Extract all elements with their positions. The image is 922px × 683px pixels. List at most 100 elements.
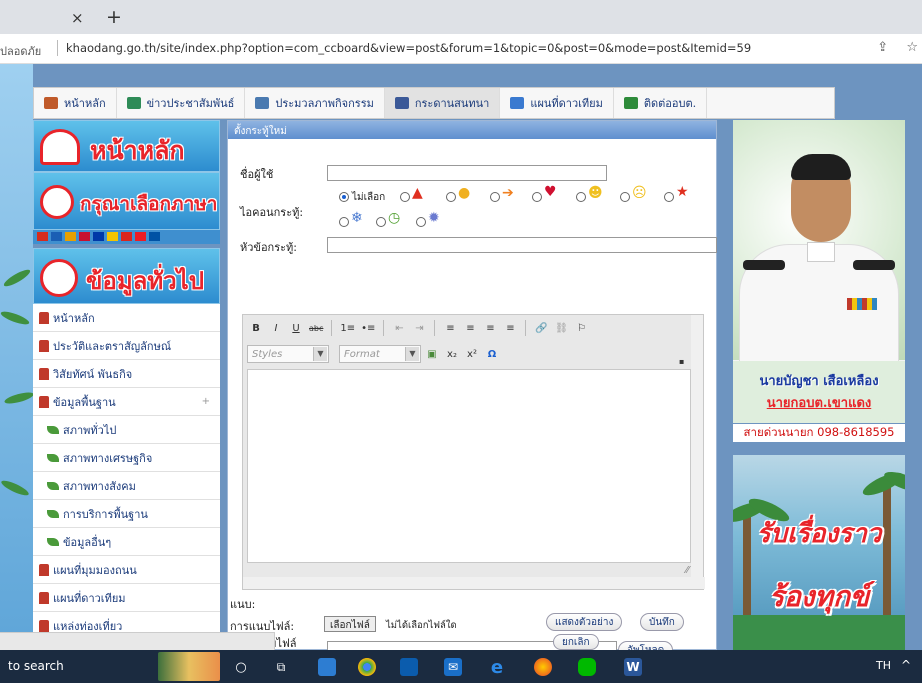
flag-icon[interactable] — [51, 232, 62, 241]
justify-button[interactable]: ≡ — [501, 319, 519, 337]
bold-button[interactable]: B — [247, 319, 265, 337]
bookmark-star-icon[interactable]: ☆ — [906, 40, 918, 55]
flag-icon[interactable] — [65, 232, 76, 241]
outdent-button[interactable]: ⇤ — [390, 319, 408, 337]
nav-item-0[interactable]: หน้าหลัก — [34, 88, 117, 118]
unlink-icon[interactable]: ⛓ — [552, 319, 570, 337]
username-input[interactable] — [327, 165, 607, 181]
nav-item-label: หน้าหลัก — [64, 97, 106, 110]
flag-icon[interactable] — [79, 232, 90, 241]
sidebar-menu-item[interactable]: สภาพทางเศรษฐกิจ — [33, 444, 220, 472]
topic-icon-label: ไอคอนกระทู้: — [240, 206, 304, 219]
flag-icon[interactable] — [93, 232, 104, 241]
sidebar-menu-item[interactable]: วิสัยทัศน์ พันธกิจ — [33, 360, 220, 388]
icon-radio-grin[interactable] — [576, 192, 586, 202]
sidebar-menu-item[interactable]: แผนที่มุมมองถนน — [33, 556, 220, 584]
sidebar-menu-item[interactable]: แผนที่ดาวเทียม — [33, 584, 220, 612]
subject-input[interactable] — [327, 237, 717, 253]
editor-content-area[interactable] — [247, 369, 691, 563]
resize-grip-icon[interactable]: ⁄⁄ — [686, 565, 689, 576]
url-text[interactable]: khaodang.go.th/site/index.php?option=com… — [66, 41, 751, 55]
icon-radio-arrow[interactable] — [490, 192, 500, 202]
complaint-banner[interactable]: รับเรื่องราว ร้องทุกข์ — [733, 455, 905, 650]
firefox-icon[interactable] — [534, 658, 552, 676]
cancel-button[interactable]: ยกเลิก — [553, 634, 599, 650]
desktop-app-icon[interactable] — [318, 658, 336, 676]
editor-collapse-icon[interactable]: ▪ — [679, 357, 684, 366]
edge-icon[interactable]: e — [488, 657, 506, 678]
language-banner[interactable]: กรุณาเลือกภาษา — [33, 172, 220, 230]
calculator-icon[interactable] — [400, 658, 418, 676]
nav-item-3[interactable]: กระดานสนทนา — [384, 88, 501, 118]
icon-radio-gear[interactable] — [416, 217, 426, 227]
flag-icon[interactable] — [149, 232, 160, 241]
icon-radio-heart[interactable] — [532, 192, 542, 202]
word-icon[interactable]: W — [624, 658, 642, 676]
icon-radio-star[interactable] — [664, 192, 674, 202]
link-icon[interactable]: 🔗 — [532, 319, 550, 337]
tab-close-button[interactable]: × — [71, 9, 84, 27]
icon-radio-sad[interactable] — [620, 192, 630, 202]
nav-item-4[interactable]: แผนที่ดาวเทียม — [500, 88, 614, 118]
bullet-list-button[interactable]: •≡ — [359, 319, 377, 337]
indent-button[interactable]: ⇥ — [410, 319, 428, 337]
flag-icon[interactable] — [121, 232, 132, 241]
mail-icon[interactable]: ✉ — [444, 658, 462, 676]
sidebar-menu-item[interactable]: ข้อมูลอื่นๆ — [33, 528, 220, 556]
icon-radio-none[interactable] — [339, 192, 349, 202]
line-icon[interactable] — [578, 658, 596, 676]
sidebar-menu-item[interactable]: สภาพทั่วไป — [33, 416, 220, 444]
subscript-button[interactable]: x₂ — [443, 345, 461, 363]
sidebar-menu-item[interactable]: การบริการพื้นฐาน — [33, 500, 220, 528]
superscript-button[interactable]: x² — [463, 345, 481, 363]
nav-item-2[interactable]: ประมวลภาพกิจกรรม — [245, 88, 385, 118]
tray-chevron-icon[interactable]: ^ — [901, 658, 911, 672]
special-char-button[interactable]: Ω — [483, 345, 501, 363]
italic-button[interactable]: I — [267, 319, 285, 337]
align-left-button[interactable]: ≡ — [441, 319, 459, 337]
align-center-button[interactable]: ≡ — [461, 319, 479, 337]
nav-item-5[interactable]: ติดต่ออบต. — [614, 88, 708, 118]
share-icon[interactable]: ⇪ — [877, 40, 888, 55]
language-indicator[interactable]: TH — [876, 659, 891, 672]
username-label: ชื่อผู้ใช้ — [240, 168, 274, 181]
editor-horizontal-scrollbar[interactable] — [243, 577, 705, 589]
info-banner[interactable]: ข้อมูลทั่วไป — [33, 248, 220, 304]
sidebar-menu-item[interactable]: ประวัติและตราสัญลักษณ์ — [33, 332, 220, 360]
chrome-icon[interactable] — [358, 658, 376, 676]
styles-select[interactable]: Styles ▼ — [247, 345, 329, 363]
icon-radio-snow[interactable] — [339, 217, 349, 227]
taskbar-search[interactable]: to search — [8, 659, 64, 673]
nav-item-1[interactable]: ข่าวประชาสัมพันธ์ — [117, 88, 246, 118]
icon-radio-warning[interactable] — [400, 192, 410, 202]
new-tab-button[interactable]: + — [106, 6, 122, 28]
security-label[interactable]: ปลอดภัย — [0, 42, 41, 60]
choose-file-button[interactable]: เลือกไฟล์ — [324, 616, 376, 632]
image-icon[interactable]: ▣ — [423, 345, 441, 363]
sidebar-menu-item[interactable]: สภาพทางสังคม — [33, 472, 220, 500]
address-bar[interactable]: ปลอดภัย khaodang.go.th/site/index.php?op… — [0, 34, 922, 64]
tab-strip: × + — [0, 0, 922, 34]
home-banner[interactable]: หน้าหลัก — [33, 120, 220, 172]
flag-icon[interactable] — [37, 232, 48, 241]
upload-button[interactable]: อัพโหลด — [618, 641, 674, 650]
preview-button[interactable]: แสดงตัวอย่าง — [546, 613, 623, 631]
home-banner-text: หน้าหลัก — [90, 136, 185, 165]
expand-icon[interactable]: + — [202, 396, 210, 407]
cortana-icon[interactable]: ○ — [232, 658, 250, 676]
editor-vertical-scrollbar[interactable] — [691, 315, 703, 577]
strikethrough-button[interactable]: abc — [307, 319, 325, 337]
flag-icon[interactable] — [135, 232, 146, 241]
save-button[interactable]: บันทึก — [640, 613, 684, 631]
icon-radio-clock[interactable] — [376, 217, 386, 227]
numbered-list-button[interactable]: 1≡ — [338, 319, 357, 337]
sidebar-menu-item[interactable]: ข้อมูลพื้นฐาน + — [33, 388, 220, 416]
format-select[interactable]: Format ▼ — [339, 345, 421, 363]
anchor-flag-icon[interactable]: ⚐ — [572, 319, 590, 337]
flag-icon[interactable] — [107, 232, 118, 241]
icon-radio-smile[interactable] — [446, 192, 456, 202]
task-view-icon[interactable]: ⧉ — [272, 658, 290, 676]
underline-button[interactable]: U — [287, 319, 305, 337]
align-right-button[interactable]: ≡ — [481, 319, 499, 337]
sidebar-menu-item[interactable]: หน้าหลัก — [33, 304, 220, 332]
